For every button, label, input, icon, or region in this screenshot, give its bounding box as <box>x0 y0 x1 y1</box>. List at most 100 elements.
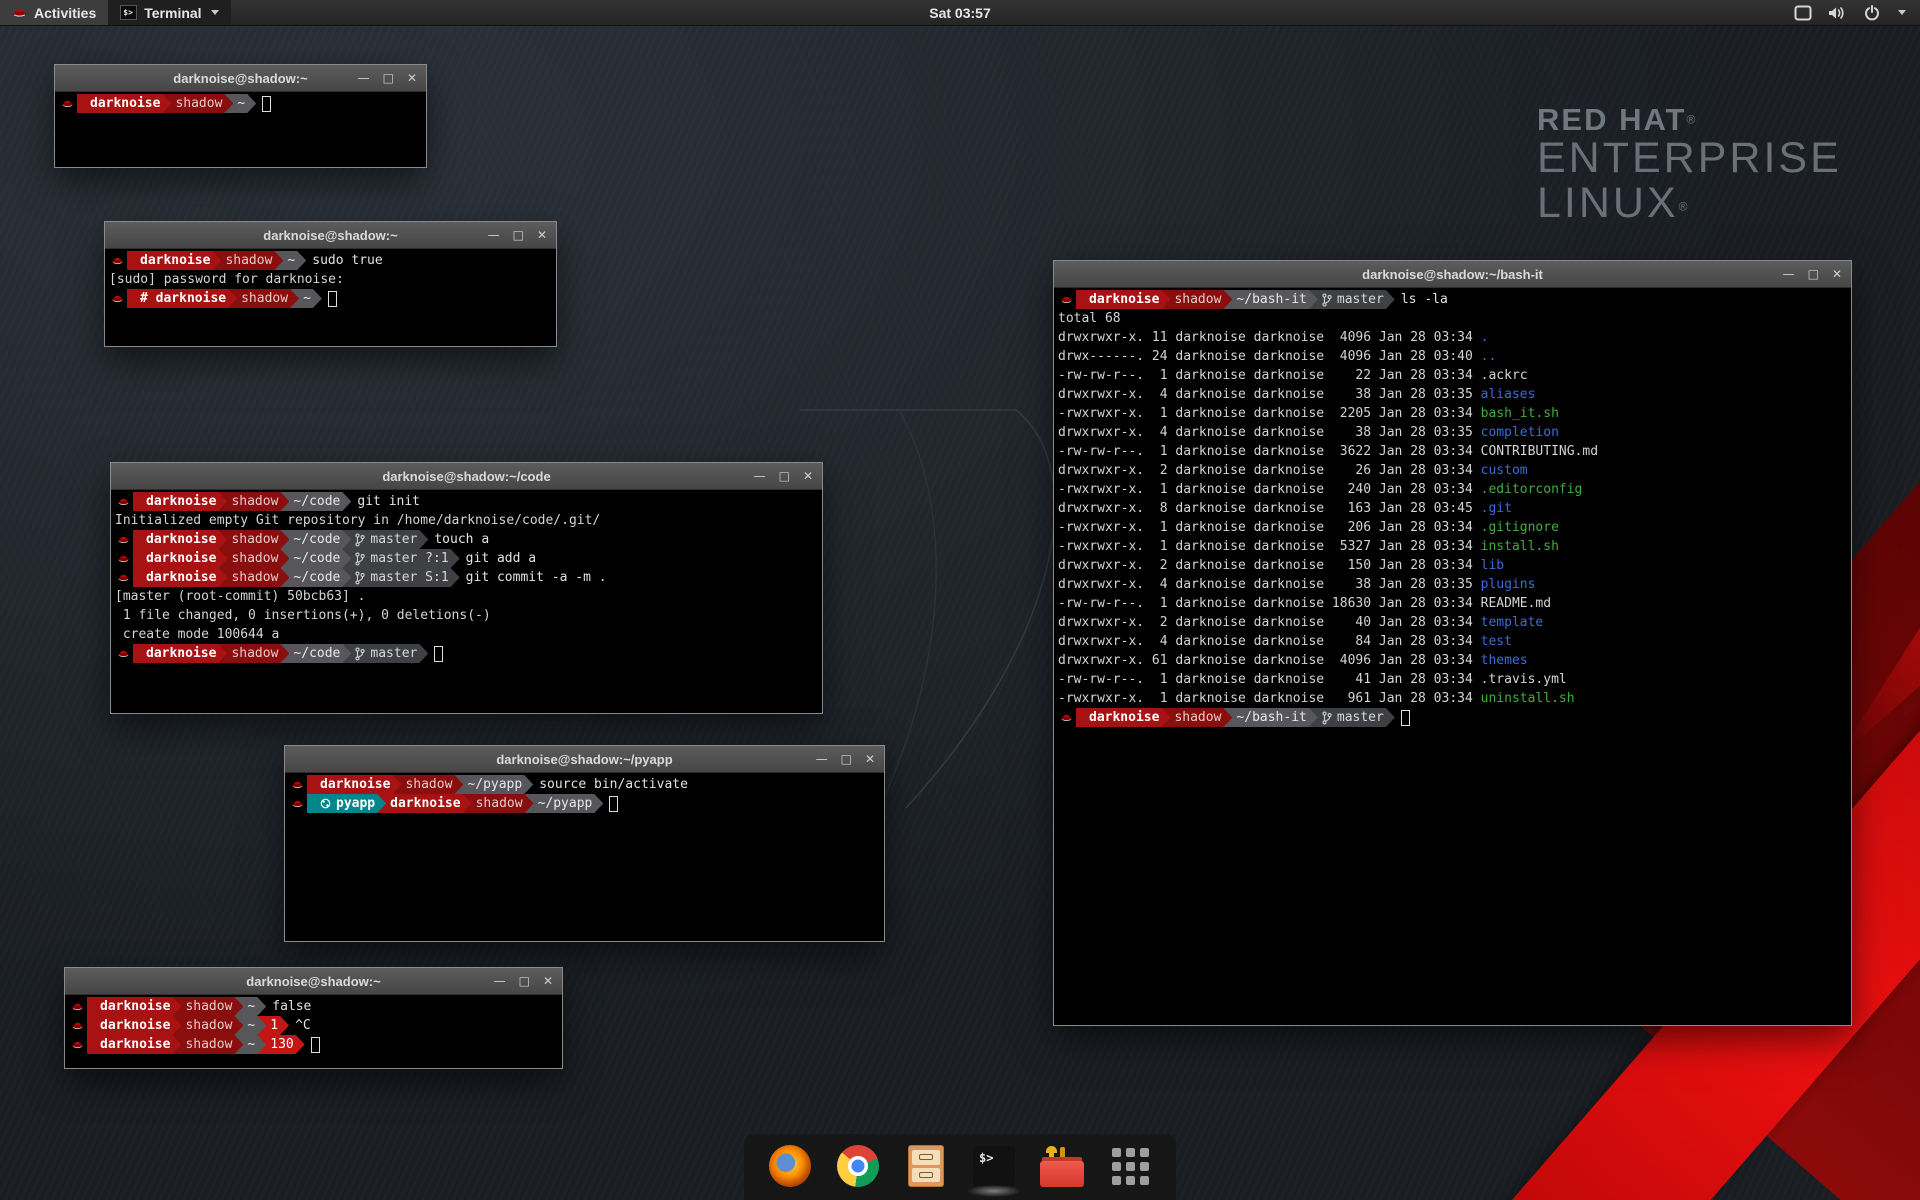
file-meta: drwxrwxr-x. 2 darknoise darknoise 40 Jan… <box>1058 615 1481 630</box>
redhat-icon <box>111 254 124 267</box>
file-meta: drwxrwxr-x. 4 darknoise darknoise 84 Jan… <box>1058 634 1481 649</box>
app-grid-icon[interactable] <box>1108 1144 1152 1188</box>
file-meta: drwxrwxr-x. 4 darknoise darknoise 38 Jan… <box>1058 577 1481 592</box>
host-segment: shadow <box>218 644 289 663</box>
close-button[interactable]: ✕ <box>543 968 553 995</box>
user-segment: darknoise <box>133 492 227 511</box>
file-name: lib <box>1481 558 1504 573</box>
terminal-content[interactable]: darknoiseshadow~falsedarknoiseshadow~1^C… <box>65 995 562 1068</box>
close-button[interactable]: ✕ <box>865 746 875 773</box>
terminal-content[interactable]: darknoiseshadow~/pyappsource bin/activat… <box>285 773 884 941</box>
window-titlebar[interactable]: darknoise@shadow:~/code — □ ✕ <box>111 463 822 490</box>
host-segment: shadow <box>1161 708 1232 727</box>
minimize-button[interactable]: — <box>358 65 370 92</box>
git-segment: master <box>342 644 428 663</box>
file-name: .gitignore <box>1481 520 1559 535</box>
user-segment: darknoise <box>87 1035 181 1054</box>
minimize-button[interactable]: — <box>494 968 506 995</box>
chevron-down-icon[interactable] <box>1898 10 1906 15</box>
window-titlebar[interactable]: darknoise@shadow:~ — □ ✕ <box>65 968 562 995</box>
redhat-icon <box>117 647 130 660</box>
terminal-cursor <box>262 96 271 112</box>
file-list-row: drwxrwxr-x. 11 darknoise darknoise 4096 … <box>1058 328 1847 347</box>
venv-segment: pyapp <box>307 794 386 813</box>
redhat-icon <box>117 495 130 508</box>
terminal-content[interactable]: darknoiseshadow~/bash-itmasterls -latota… <box>1054 288 1851 1025</box>
file-meta: -rw-rw-r--. 1 darknoise darknoise 41 Jan… <box>1058 672 1481 687</box>
maximize-button[interactable]: □ <box>519 968 530 995</box>
terminal-output-line: [master (root-commit) 50bcb63] . <box>115 587 818 606</box>
display-icon[interactable] <box>1794 5 1812 21</box>
file-meta: drwxrwxr-x. 8 darknoise darknoise 163 Ja… <box>1058 501 1481 516</box>
terminal-content[interactable]: darknoiseshadow~sudo true[sudo] password… <box>105 249 556 346</box>
git-segment: master <box>1309 290 1395 309</box>
file-list-row: -rwxrwxr-x. 1 darknoise darknoise 2205 J… <box>1058 404 1847 423</box>
minimize-button[interactable]: — <box>1783 261 1795 288</box>
terminal-icon[interactable]: $> <box>972 1144 1016 1188</box>
file-list-row: -rwxrwxr-x. 1 darknoise darknoise 961 Ja… <box>1058 689 1847 708</box>
window-titlebar[interactable]: darknoise@shadow:~/pyapp — □ ✕ <box>285 746 884 773</box>
file-name: test <box>1481 634 1512 649</box>
terminal-prompt-line: darknoiseshadow~/codemastertouch a <box>115 530 818 549</box>
close-button[interactable]: ✕ <box>1832 261 1842 288</box>
window-titlebar[interactable]: darknoise@shadow:~ — □ ✕ <box>55 65 426 92</box>
maximize-button[interactable]: □ <box>841 746 852 773</box>
terminal-window-bash-it: darknoise@shadow:~/bash-it — □ ✕ darknoi… <box>1053 260 1852 1026</box>
files-icon[interactable] <box>904 1144 948 1188</box>
maximize-button[interactable]: □ <box>513 222 524 249</box>
minimize-button[interactable]: — <box>754 463 766 490</box>
window-titlebar[interactable]: darknoise@shadow:~/bash-it — □ ✕ <box>1054 261 1851 288</box>
activities-button[interactable]: Activities <box>0 0 108 25</box>
app-menu-terminal[interactable]: $> Terminal <box>108 0 230 25</box>
redhat-icon <box>291 797 304 810</box>
firefox-icon[interactable] <box>768 1144 812 1188</box>
minimize-button[interactable]: — <box>816 746 828 773</box>
file-list-row: drwxrwxr-x. 2 darknoise darknoise 26 Jan… <box>1058 461 1847 480</box>
redhat-icon <box>71 1038 84 1051</box>
chrome-icon[interactable] <box>836 1144 880 1188</box>
file-meta: -rwxrwxr-x. 1 darknoise darknoise 240 Ja… <box>1058 482 1481 497</box>
maximize-button[interactable]: □ <box>1808 261 1819 288</box>
power-icon[interactable] <box>1864 5 1880 21</box>
maximize-button[interactable]: □ <box>779 463 790 490</box>
window-titlebar[interactable]: darknoise@shadow:~ — □ ✕ <box>105 222 556 249</box>
host-segment: shadow <box>218 492 289 511</box>
file-name: .git <box>1481 501 1512 516</box>
file-list-row: -rwxrwxr-x. 1 darknoise darknoise 206 Ja… <box>1058 518 1847 537</box>
close-button[interactable]: ✕ <box>407 65 417 92</box>
file-list-row: drwxrwxr-x. 4 darknoise darknoise 38 Jan… <box>1058 423 1847 442</box>
clock[interactable]: Sat 03:57 <box>919 0 1000 25</box>
terminal-cursor <box>1401 710 1410 726</box>
file-list-row: drwxrwxr-x. 2 darknoise darknoise 150 Ja… <box>1058 556 1847 575</box>
terminal-content[interactable]: darknoiseshadow~/codegit initInitialized… <box>111 490 822 713</box>
close-button[interactable]: ✕ <box>803 463 813 490</box>
command-text: ^C <box>295 1016 311 1035</box>
terminal-app-icon: $> <box>120 5 137 20</box>
rhel-logo: RED HAT® ENTERPRISE LINUX® <box>1537 104 1842 226</box>
file-meta: drwxrwxr-x. 61 darknoise darknoise 4096 … <box>1058 653 1481 668</box>
terminal-prompt-line: darknoiseshadow~/codemaster ?:1git add a <box>115 549 818 568</box>
command-text: ls -la <box>1401 290 1448 309</box>
redhat-icon <box>12 5 27 20</box>
close-button[interactable]: ✕ <box>537 222 547 249</box>
volume-icon[interactable] <box>1828 5 1848 21</box>
file-name: custom <box>1481 463 1528 478</box>
file-name: bash_it.sh <box>1481 406 1559 421</box>
terminal-content[interactable]: darknoiseshadow~ <box>55 92 426 167</box>
terminal-window-pyapp: darknoise@shadow:~/pyapp — □ ✕ darknoise… <box>284 745 885 942</box>
redhat-icon <box>71 1019 84 1032</box>
registered-mark: ® <box>1686 113 1695 127</box>
minimize-button[interactable]: — <box>488 222 500 249</box>
file-list-row: drwxrwxr-x. 4 darknoise darknoise 38 Jan… <box>1058 575 1847 594</box>
user-segment: darknoise <box>133 549 227 568</box>
user-segment: darknoise <box>133 644 227 663</box>
toolbox-icon[interactable] <box>1040 1144 1084 1188</box>
terminal-window-sudo: darknoise@shadow:~ — □ ✕ darknoiseshadow… <box>104 221 557 347</box>
user-segment: darknoise <box>133 568 227 587</box>
file-name: .ackrc <box>1481 368 1528 383</box>
rhel-logo-line2: ENTERPRISE <box>1537 136 1842 181</box>
user-segment: darknoise <box>87 1016 181 1035</box>
maximize-button[interactable]: □ <box>383 65 394 92</box>
file-name: .. <box>1481 349 1497 364</box>
file-meta: -rwxrwxr-x. 1 darknoise darknoise 2205 J… <box>1058 406 1481 421</box>
